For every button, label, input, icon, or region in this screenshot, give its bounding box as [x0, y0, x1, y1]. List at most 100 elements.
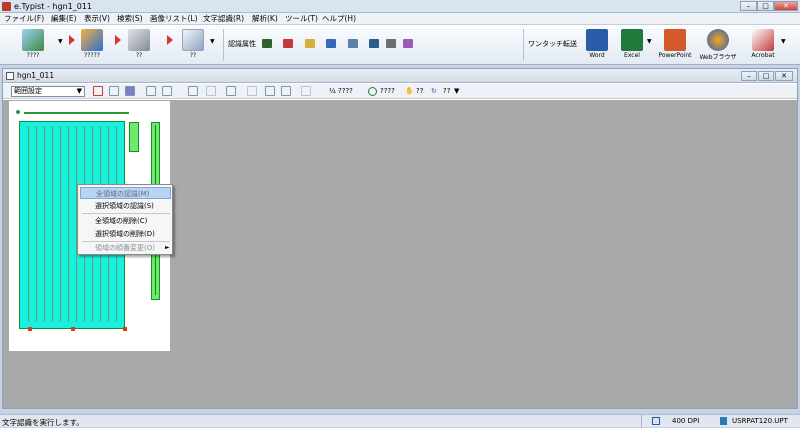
ruby-icon[interactable] [386, 39, 396, 48]
region-order-icon[interactable] [162, 86, 172, 96]
flow-arrow-icon [115, 35, 121, 45]
text-region-icon[interactable] [109, 86, 119, 96]
layout-icon[interactable] [81, 29, 103, 51]
list-icon[interactable] [326, 39, 336, 48]
chevron-down-icon[interactable]: ▼ [454, 87, 459, 95]
split-region-icon[interactable] [281, 86, 291, 96]
scanner-icon [652, 417, 660, 425]
redo-icon[interactable] [206, 86, 216, 96]
scan-label: ???? [26, 52, 40, 59]
menu-analysis[interactable]: 解析(K) [252, 14, 278, 24]
title-bar: e.Typist - hgn1_011 – □ ✕ [0, 0, 800, 13]
layout-label: ????? [84, 52, 100, 59]
frame-icon[interactable] [369, 39, 379, 48]
save-label: ?? [189, 52, 197, 59]
range-mode-value: 範囲設定 [14, 87, 42, 95]
text-attr-icon[interactable] [262, 39, 272, 48]
powerpoint-label: PowerPoint [658, 52, 692, 59]
menu-item-recognize-all[interactable]: 全領域の認識(M) [80, 187, 171, 199]
ribbon-toolbar: ???? ▼ ????? ?? ?? ▼ 認識属性 ワンタッチ転送 Word E… [0, 25, 800, 65]
pattern-file-icon [720, 417, 727, 425]
brush-icon[interactable] [301, 86, 311, 96]
menu-item-change-order: 領域の順番変更(O) [95, 244, 155, 252]
menu-item-recognize-selected[interactable]: 選択領域の認識(S) [80, 200, 171, 212]
style-icon[interactable] [403, 39, 413, 48]
image-region-icon[interactable] [125, 86, 135, 96]
document-title: hgn1_011 [17, 71, 55, 80]
acrobat-label: Acrobat [751, 52, 775, 59]
table-region-icon[interactable] [146, 86, 156, 96]
doc-minimize-button[interactable]: – [741, 71, 757, 81]
menu-item-delete-all[interactable]: 全領域の削除(C) [80, 215, 171, 227]
chevron-down-icon[interactable]: ▼ [58, 38, 63, 45]
menu-help[interactable]: ヘルプ(H) [322, 14, 356, 24]
word-label: Word [589, 52, 605, 59]
powerpoint-icon[interactable] [664, 29, 686, 51]
scan-icon[interactable] [22, 29, 44, 51]
text-column [60, 126, 61, 322]
menu-edit[interactable]: 編集(E) [51, 14, 77, 24]
maximize-button[interactable]: □ [757, 1, 774, 11]
dpi-value: 400 DPI [672, 417, 700, 425]
close-button[interactable]: ✕ [774, 1, 798, 11]
chevron-down-icon[interactable]: ▼ [210, 38, 215, 45]
word-icon[interactable] [586, 29, 608, 51]
document-icon [6, 72, 14, 80]
menu-item-delete-selected[interactable]: 選択領域の削除(D) [80, 228, 171, 240]
onetouch-label: ワンタッチ転送 [528, 40, 577, 48]
submenu-arrow-icon: ► [165, 244, 170, 251]
chevron-down-icon[interactable]: ▼ [647, 38, 652, 45]
doc-close-button[interactable]: ✕ [775, 71, 793, 81]
range-mode-select[interactable]: 範囲設定 ▼ [11, 86, 85, 97]
separator [223, 29, 224, 61]
region-handle[interactable] [123, 327, 127, 331]
fit-page-icon[interactable] [265, 86, 275, 96]
region-handle[interactable] [71, 327, 75, 331]
doc-restore-button[interactable]: □ [758, 71, 774, 81]
delete-region-icon[interactable] [226, 86, 236, 96]
zoom-label: ???? [380, 87, 395, 95]
heading-region[interactable] [129, 122, 139, 152]
menu-bar: ファイル(F) 編集(E) 表示(V) 検索(S) 画像リスト(L) 文字認識(… [0, 13, 800, 25]
menu-view[interactable]: 表示(V) [84, 14, 110, 24]
pattern-file-name: USRPAT120.UPT [732, 417, 788, 425]
recognize-icon[interactable] [128, 29, 150, 51]
acrobat-icon[interactable] [752, 29, 774, 51]
text-column [52, 126, 53, 322]
save-icon[interactable] [182, 29, 204, 51]
menu-tools[interactable]: ツール(T) [285, 14, 318, 24]
rotate-label: ?? [443, 87, 451, 95]
color-attr-icon[interactable] [283, 39, 293, 48]
status-bar: 文字認識を実行します。 400 DPI USRPAT120.UPT [0, 414, 800, 428]
chevron-down-icon[interactable]: ▼ [781, 38, 786, 45]
text-tool-icon[interactable] [247, 86, 257, 96]
context-menu: 全領域の認識(M) 選択領域の認識(S) 全領域の削除(C) 選択領域の削除(D… [77, 184, 173, 255]
select-region-icon[interactable] [93, 86, 103, 96]
flow-arrow-icon [167, 35, 173, 45]
menu-image-list[interactable]: 画像リスト(L) [150, 14, 198, 24]
web-browser-label: Webブラウザ [699, 54, 737, 61]
recognize-label: ?? [135, 52, 143, 59]
rotate-icon[interactable]: ↻ [431, 87, 437, 95]
zoom-icon[interactable] [368, 87, 377, 96]
menu-search[interactable]: 検索(S) [117, 14, 143, 24]
header-text-line [24, 112, 129, 114]
zoom-quarter-button[interactable]: ¼ ???? [329, 87, 353, 95]
text-column [68, 126, 69, 322]
document-toolbar: 範囲設定 ▼ ¼ ???? ???? ✋ ?? ↻ ?? ▼ [3, 84, 797, 99]
web-browser-icon[interactable] [707, 29, 729, 51]
text-column [36, 126, 37, 322]
menu-file[interactable]: ファイル(F) [4, 14, 44, 24]
app-icon [2, 2, 11, 11]
menu-separator [82, 213, 170, 214]
menu-recognition[interactable]: 文字認識(R) [203, 14, 244, 24]
align-icon[interactable] [305, 39, 315, 48]
excel-icon[interactable] [621, 29, 643, 51]
minimize-button[interactable]: – [740, 1, 757, 11]
undo-icon[interactable] [188, 86, 198, 96]
hand-icon[interactable]: ✋ [405, 87, 414, 95]
region-marker [16, 110, 20, 114]
region-handle[interactable] [28, 327, 32, 331]
indent-icon[interactable] [348, 39, 358, 48]
status-message: 文字認識を実行します。 [2, 418, 84, 427]
